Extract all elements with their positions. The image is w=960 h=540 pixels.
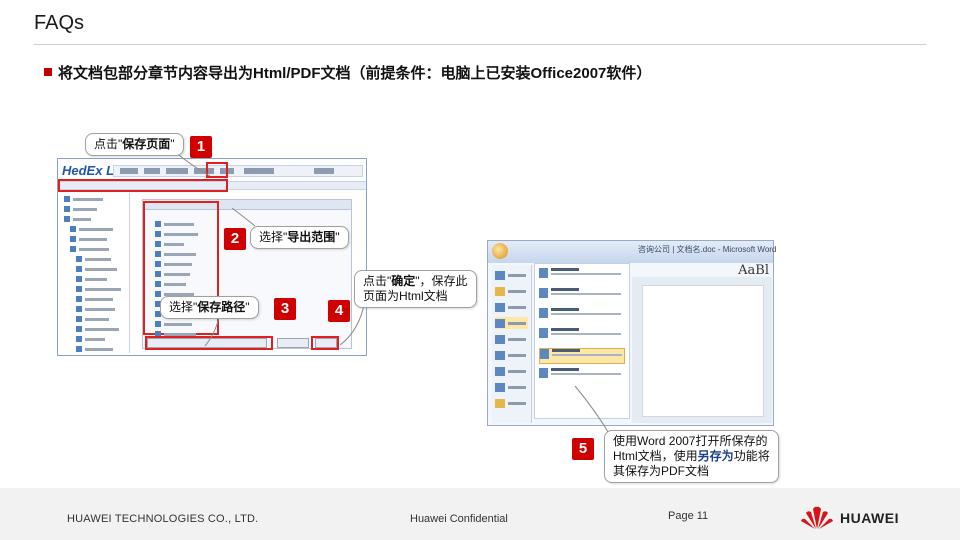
callout-connectors [167, 145, 611, 436]
step2-number: 2 [224, 228, 246, 250]
step1-number: 1 [190, 136, 212, 158]
step5-number: 5 [572, 438, 594, 460]
huawei-brand: HUAWEI [800, 505, 899, 531]
connector-2 [231, 207, 256, 227]
footer-confidential: Huawei Confidential [410, 513, 508, 525]
step5-callout: 使用Word 2007打开所保存的 Html文档，使用另存为功能将 其保存为PDF文… [604, 430, 779, 483]
footer-page-number: Page 11 [668, 510, 709, 522]
step2-callout: 选择"导出范围" [250, 226, 349, 249]
step3-number: 3 [274, 298, 296, 320]
step4-number: 4 [328, 300, 350, 322]
step3-callout: 选择"保存路径" [160, 296, 259, 319]
step4-callout: 点击"确定"，保存此 页面为Html文档 [354, 270, 477, 308]
connector-5 [574, 385, 611, 436]
huawei-petal-logo-icon [801, 506, 833, 529]
footer-company: HUAWEI TECHNOLOGIES CO., LTD. [67, 513, 259, 525]
step1-callout: 点击"保存页面" [85, 133, 184, 156]
huawei-wordmark: HUAWEI [840, 510, 899, 526]
